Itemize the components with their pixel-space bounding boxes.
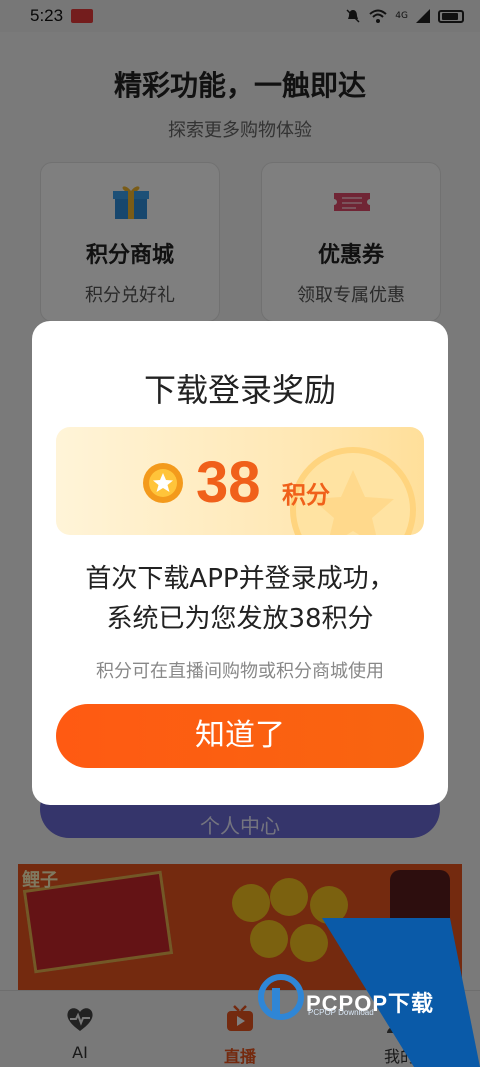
watermark-subtext: PCPOP Download bbox=[308, 1008, 374, 1017]
confirm-button[interactable]: 知道了 bbox=[56, 704, 424, 768]
dialog-title: 下载登录奖励 bbox=[143, 371, 336, 409]
dialog-message-line1: 首次下载APP并登录成功， bbox=[85, 564, 395, 594]
reward-points-value: 38 bbox=[196, 450, 261, 515]
dialog-message-line2: 系统已为您发放38积分 bbox=[106, 604, 374, 634]
dialog-message: 首次下载APP并登录成功， 系统已为您发放38积分 bbox=[32, 559, 448, 639]
pcpop-logo-icon bbox=[258, 974, 304, 1020]
dialog-note: 积分可在直播间购物或积分商城使用 bbox=[96, 661, 384, 682]
coin-star-icon bbox=[143, 463, 183, 503]
reward-points-unit: 积分 bbox=[282, 481, 330, 509]
reward-points-card: 38 积分 bbox=[56, 427, 424, 535]
reward-dialog: 下载登录奖励 38 积分 首次下载APP并登录成功， 系统已为您发放38积分 积… bbox=[32, 321, 448, 805]
